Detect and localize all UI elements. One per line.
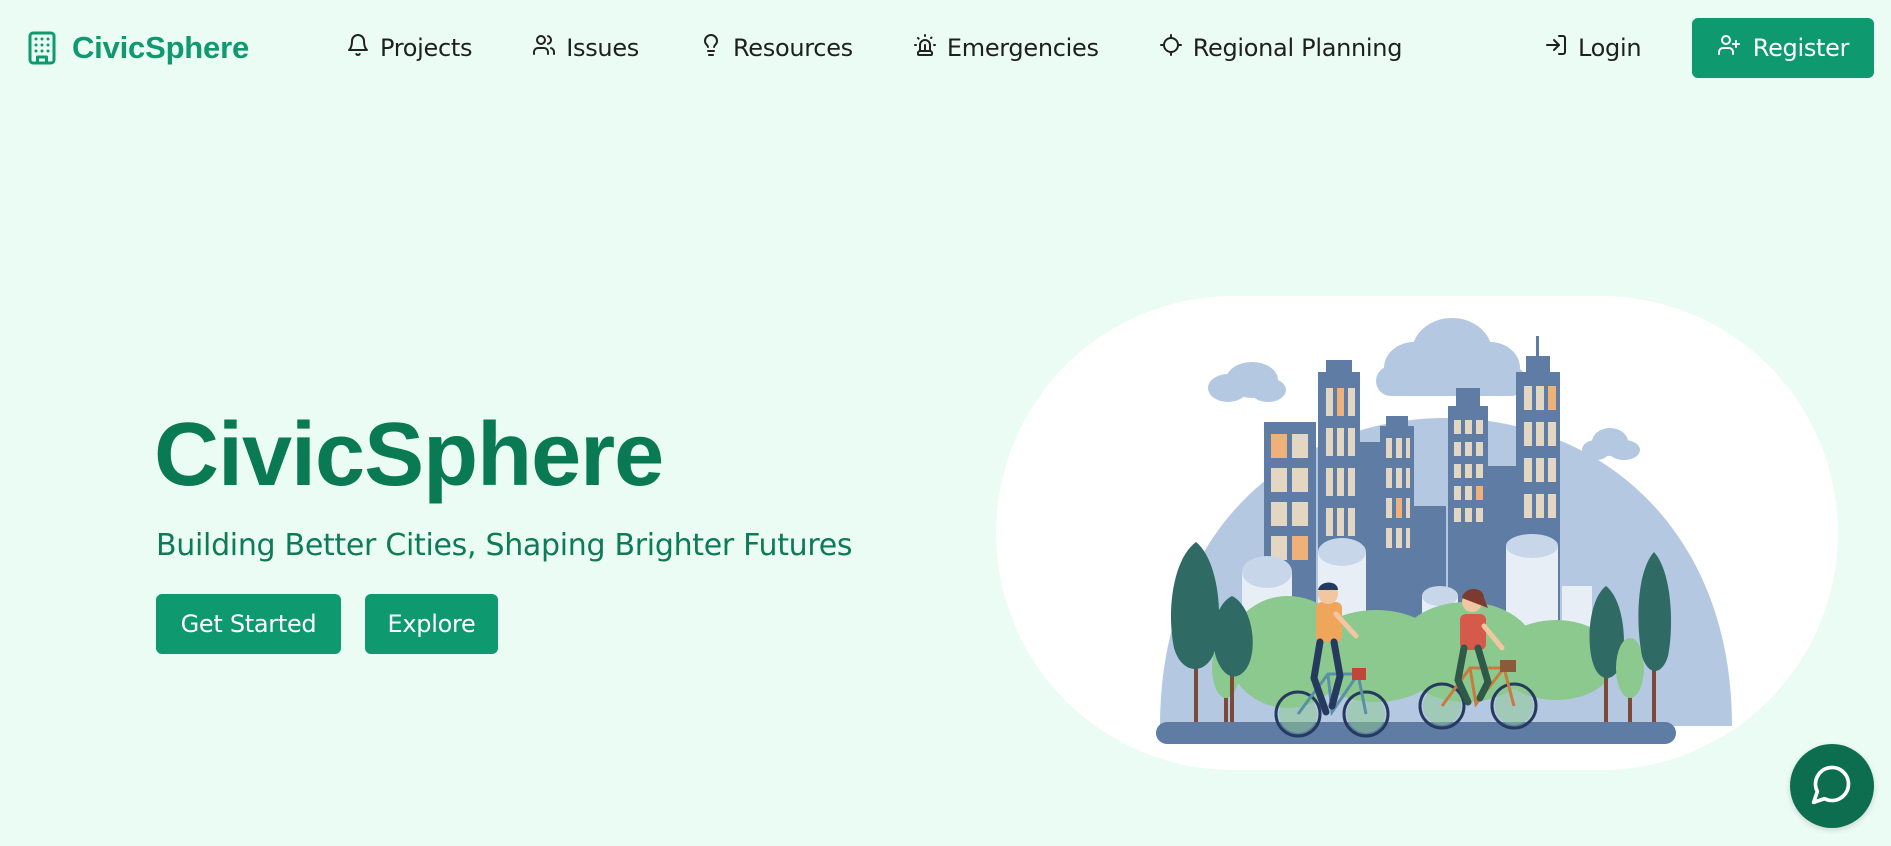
nav-item-label: Regional Planning	[1192, 34, 1403, 62]
users-icon	[532, 33, 556, 63]
nav-item-resources[interactable]: Resources	[699, 33, 853, 63]
nav-item-label: Projects	[380, 34, 473, 62]
login-link[interactable]: Login	[1544, 28, 1642, 68]
top-navbar: CivicSphere Projects Issues Resources Em…	[0, 0, 1891, 96]
chat-bubble-icon	[1810, 762, 1854, 810]
crosshair-icon	[1159, 33, 1183, 63]
brand-logo-link[interactable]: CivicSphere	[24, 28, 249, 68]
nav-item-issues[interactable]: Issues	[532, 33, 639, 63]
hero-illustration	[996, 296, 1838, 770]
hero-subtitle: Building Better Cities, Shaping Brighter…	[156, 528, 853, 563]
get-started-button[interactable]: Get Started	[156, 594, 341, 654]
user-plus-icon	[1717, 33, 1741, 63]
nav-item-label: Resources	[733, 34, 853, 62]
bell-icon	[346, 33, 370, 63]
hero-title: CivicSphere	[154, 405, 664, 505]
explore-button[interactable]: Explore	[365, 594, 498, 654]
nav-item-projects[interactable]: Projects	[346, 33, 473, 63]
siren-icon	[913, 33, 937, 63]
nav-item-label: Emergencies	[946, 34, 1099, 62]
nav-item-regional-planning[interactable]: Regional Planning	[1159, 33, 1402, 63]
log-in-icon	[1544, 33, 1568, 63]
register-label: Register	[1752, 34, 1850, 62]
brand-name: CivicSphere	[72, 30, 249, 65]
main-nav: Projects Issues Resources Emergencies Re…	[346, 28, 1462, 68]
login-label: Login	[1578, 34, 1642, 62]
lightbulb-icon	[699, 33, 723, 63]
nav-item-emergencies[interactable]: Emergencies	[913, 33, 1099, 63]
chat-button[interactable]	[1790, 744, 1874, 828]
building-icon	[24, 30, 60, 66]
nav-item-label: Issues	[566, 34, 639, 62]
register-button[interactable]: Register	[1692, 18, 1874, 78]
